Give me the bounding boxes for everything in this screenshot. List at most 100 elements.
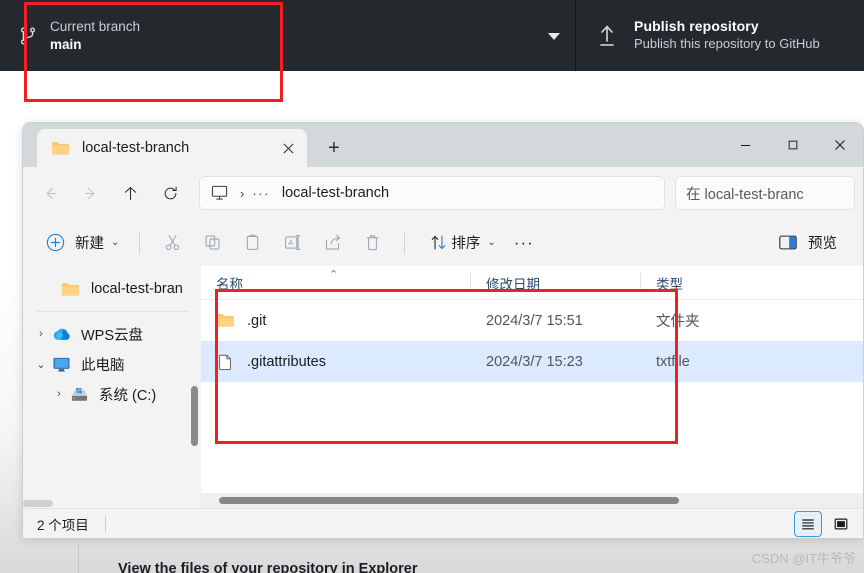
column-header-name[interactable]: 名称 ⌃ (201, 266, 471, 299)
column-header-label: 类型 (656, 276, 683, 292)
column-header-label: 名称 (216, 276, 243, 292)
scrollbar-thumb[interactable] (23, 500, 53, 507)
explorer-titlebar: local-test-branch + (23, 123, 863, 167)
current-branch-button[interactable]: Current branch main (0, 0, 576, 71)
rename-icon[interactable]: A (272, 227, 312, 259)
this-pc-monitor-icon (51, 355, 73, 373)
publish-repository-title: Publish repository (634, 18, 759, 35)
sidebar-item-label: local-test-bran (91, 281, 183, 297)
screenshot-root: Current branch main Publish repository P… (0, 0, 864, 573)
chevron-down-icon[interactable] (548, 32, 560, 40)
sidebar-item-local-test-branch[interactable]: local-test-bran (23, 274, 201, 304)
item-count-label: 2 个项目 (37, 518, 89, 533)
current-branch-label: Current branch (50, 19, 141, 35)
refresh-icon[interactable] (153, 176, 187, 210)
explorer-content: local-test-bran › WPS云盘 ⌄ 此电脑 › 系统 (C:) … (23, 266, 863, 508)
navigation-pane: local-test-bran › WPS云盘 ⌄ 此电脑 › 系统 (C:) (23, 266, 201, 508)
file-type-cell: 文件夹 (656, 314, 700, 330)
column-header-type[interactable]: 类型 (641, 266, 791, 299)
new-button[interactable]: 新建 ⌄ (41, 227, 127, 259)
preview-pane-label: 预览 (808, 236, 837, 252)
search-placeholder: 在 local-test-branc (686, 186, 804, 203)
chevron-down-icon[interactable]: ⌄ (111, 237, 119, 248)
chevron-down-icon[interactable]: ⌄ (31, 358, 51, 371)
address-bar[interactable]: › ··· local-test-branch (199, 176, 665, 210)
share-icon[interactable] (312, 227, 352, 259)
file-name-label: .git (247, 312, 267, 329)
trash-icon[interactable] (352, 227, 392, 259)
table-row[interactable]: .git 2024/3/7 15:51 文件夹 (201, 300, 863, 341)
sidebar-item-this-pc[interactable]: ⌄ 此电脑 (23, 349, 201, 379)
file-name-cell: .gitattributes (201, 353, 471, 371)
publish-repository-texts: Publish repository Publish this reposito… (634, 18, 820, 53)
preview-pane-icon (778, 234, 798, 251)
git-branch-icon (14, 22, 42, 50)
command-separator (404, 231, 406, 254)
publish-repository-subtitle: Publish this repository to GitHub (634, 36, 820, 52)
plus-circle-icon (45, 232, 66, 253)
maximize-icon[interactable] (769, 123, 816, 167)
github-desktop-toolbar: Current branch main Publish repository P… (0, 0, 864, 71)
sidebar-divider (37, 311, 189, 312)
file-explorer-window: local-test-branch + › ··· local-test-bra… (22, 122, 864, 538)
new-button-label: 新建 (75, 236, 104, 252)
file-date-cell: 2024/3/7 15:51 (486, 312, 583, 329)
publish-repository-button[interactable]: Publish repository Publish this reposito… (576, 0, 864, 71)
back-arrow-icon[interactable] (33, 176, 67, 210)
more-options-button[interactable]: ··· (504, 227, 544, 259)
window-controls (722, 123, 863, 167)
close-icon[interactable] (816, 123, 863, 167)
csdn-watermark: CSDN @IT牛爷爷 (751, 551, 856, 566)
close-tab-icon[interactable] (275, 135, 301, 161)
sort-button[interactable]: 排序 ⌄ (417, 227, 503, 259)
current-branch-texts: Current branch main (50, 18, 140, 53)
preview-pane-button[interactable]: 预览 (768, 227, 847, 259)
this-pc-monitor-icon (210, 184, 230, 202)
sidebar-item-label: 此电脑 (81, 357, 125, 374)
search-box[interactable]: 在 local-test-branc (675, 176, 855, 210)
sidebar-horizontal-scrollbar[interactable] (23, 499, 189, 508)
folder-icon (61, 280, 83, 298)
file-list-horizontal-scrollbar[interactable] (201, 493, 863, 508)
minimize-icon[interactable] (722, 123, 769, 167)
current-branch-value: main (50, 36, 82, 52)
sort-button-label: 排序 (451, 236, 481, 252)
file-name-label: .gitattributes (247, 353, 326, 370)
column-header-label: 修改日期 (486, 276, 540, 292)
folder-icon (51, 140, 70, 156)
sidebar-item-wps-cloud[interactable]: › WPS云盘 (23, 319, 201, 349)
address-path: local-test-branch (281, 185, 390, 201)
chevron-right-icon[interactable]: › (49, 388, 69, 400)
sidebar-vertical-scrollbar[interactable] (191, 386, 198, 446)
up-arrow-icon[interactable] (113, 176, 147, 210)
chevron-down-icon[interactable]: ⌄ (487, 237, 495, 248)
explorer-command-bar: 新建 ⌄ A 排序 ⌄ ··· 预览 (23, 219, 863, 266)
file-icon (216, 353, 236, 371)
breadcrumb-overflow-icon[interactable]: ··· (252, 186, 270, 201)
chevron-right-icon[interactable]: › (31, 328, 51, 340)
explorer-tab[interactable]: local-test-branch (37, 129, 307, 167)
cloud-icon (51, 325, 73, 343)
file-type-cell: txtfile (656, 353, 690, 370)
drive-icon (69, 385, 91, 403)
file-date-cell: 2024/3/7 15:23 (486, 353, 583, 370)
details-view-icon[interactable] (794, 511, 822, 537)
svg-text:A: A (288, 238, 294, 247)
copy-icon[interactable] (192, 227, 232, 259)
explorer-statusbar: 2 个项目 (23, 508, 863, 538)
table-row[interactable]: .gitattributes 2024/3/7 15:23 txtfile (201, 341, 863, 382)
column-header-date[interactable]: 修改日期 (471, 266, 641, 299)
scrollbar-thumb[interactable] (219, 497, 679, 504)
explorer-hint-heading: View the files of your repository in Exp… (118, 561, 418, 573)
forward-arrow-icon[interactable] (73, 176, 107, 210)
breadcrumb-chevron-icon: › (240, 185, 245, 201)
paste-icon[interactable] (232, 227, 272, 259)
sidebar-item-system-c[interactable]: › 系统 (C:) (23, 379, 201, 409)
status-divider (104, 516, 106, 532)
scissors-icon[interactable] (152, 227, 192, 259)
body-divider (78, 545, 79, 573)
folder-icon (216, 312, 236, 330)
large-icons-view-icon[interactable] (827, 511, 855, 537)
file-name-cell: .git (201, 312, 471, 330)
new-tab-button[interactable]: + (319, 133, 349, 163)
